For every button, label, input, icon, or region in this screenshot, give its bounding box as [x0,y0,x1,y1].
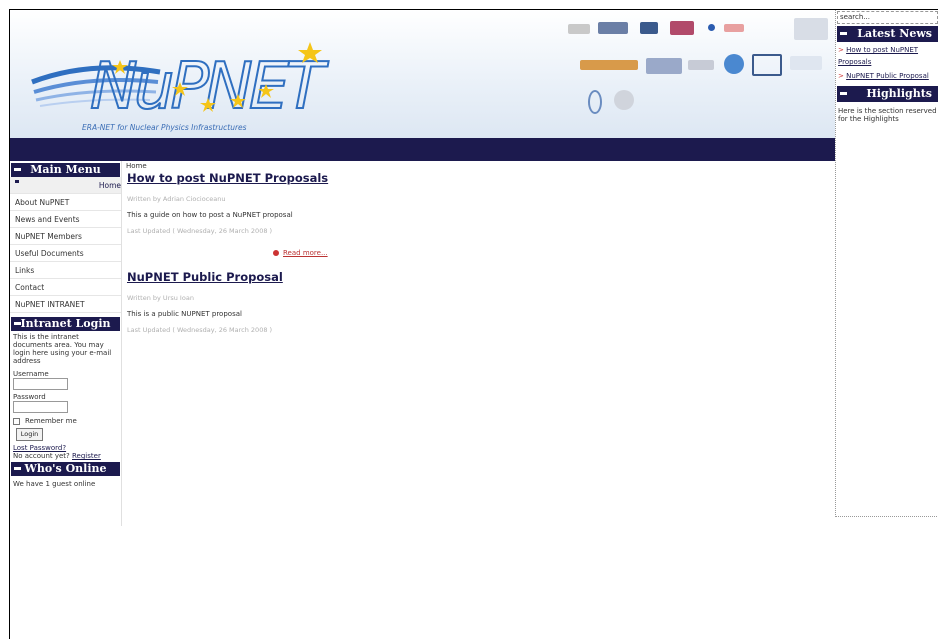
partner-logo[interactable] [724,54,744,74]
partner-logo[interactable] [646,58,682,74]
article-updated: Last Updated ( Wednesday, 26 March 2008 … [127,326,273,334]
news-item[interactable]: > How to post NuPNET Proposals [836,44,938,68]
password-label: Password [13,393,46,401]
login-button[interactable]: Login [16,428,43,441]
partner-logo[interactable] [752,54,782,76]
article-author: Written by Ursu Ioan [127,294,194,302]
arrow-icon: > [838,46,844,54]
no-account-text: No account yet? [13,452,70,460]
highlights-title: Highlights [837,86,938,102]
site-header: NuPNET ERA-NET for Nuclear Physics Infra… [10,10,835,138]
partner-logo[interactable] [588,90,602,114]
menu-item-home[interactable]: Home [10,177,121,194]
remember-label: Remember me [25,417,77,425]
login-intro: This is the intranet documents area. You… [13,333,112,365]
partner-logo[interactable] [794,18,828,40]
highlights-text: Here is the section reserved for the Hig… [838,107,937,123]
lost-password-link[interactable]: Lost Password? [10,444,121,452]
intranet-login-title: Intranet Login [11,317,120,331]
bullet-icon [15,180,19,183]
menu-item-contact[interactable]: Contact [10,279,121,296]
latest-news-title: Latest News [837,26,938,42]
main-menu: Home About NuPNET News and Events NuPNET… [10,177,121,313]
menu-item-about[interactable]: About NuPNET [10,194,121,211]
svg-text:NuPNET: NuPNET [90,50,329,120]
menu-item-documents[interactable]: Useful Documents [10,245,121,262]
password-input[interactable] [13,401,68,413]
online-count: We have 1 guest online [13,480,96,488]
partner-logos [558,18,833,138]
partner-logo[interactable] [640,22,658,34]
arrow-icon: > [838,72,844,80]
left-sidebar: Main Menu Home About NuPNET News and Eve… [10,161,122,526]
whos-online-title: Who's Online [11,462,120,476]
article-author: Written by Adrian Ciocioceanu [127,195,226,203]
username-input[interactable] [13,378,68,390]
page-frame: NuPNET ERA-NET for Nuclear Physics Infra… [9,9,938,639]
menu-item-news[interactable]: News and Events [10,211,121,228]
partner-logo[interactable] [580,60,638,70]
partner-logo[interactable] [724,24,744,32]
register-link[interactable]: Register [72,452,101,460]
article-updated: Last Updated ( Wednesday, 26 March 2008 … [127,227,273,235]
right-sidebar: search... Latest News > How to post NuPN… [835,10,938,517]
site-tagline: ERA-NET for Nuclear Physics Infrastructu… [82,123,247,132]
partner-logo[interactable] [688,60,714,70]
partner-logo[interactable] [614,90,634,110]
news-item[interactable]: > NuPNET Public Proposal [836,70,938,82]
article-title-link[interactable]: How to post NuPNET Proposals [127,171,328,185]
partner-logo[interactable] [670,21,694,35]
search-input[interactable]: search... [837,11,938,24]
main-menu-title: Main Menu [11,163,120,177]
nupnet-logo[interactable]: NuPNET [30,20,330,120]
menu-item-members[interactable]: NuPNET Members [10,228,121,245]
top-nav-bar [10,138,835,161]
remember-me[interactable]: Remember me [10,417,121,425]
register-row: No account yet? Register [10,452,121,460]
partner-logo[interactable] [568,24,590,34]
username-label: Username [13,370,49,378]
article-body: This is a public NUPNET proposal [127,310,242,318]
partner-logo[interactable] [598,22,628,34]
menu-item-links[interactable]: Links [10,262,121,279]
read-more-icon [273,250,279,256]
article-body: This a guide on how to post a NuPNET pro… [127,211,293,219]
article-title-link[interactable]: NuPNET Public Proposal [127,270,283,284]
main-content: Home How to post NuPNET Proposals Writte… [123,161,835,526]
partner-logo[interactable] [708,24,715,31]
read-more-link[interactable]: Read more... [273,249,328,257]
breadcrumb: Home [126,162,147,170]
menu-item-intranet[interactable]: NuPNET INTRANET [10,296,121,313]
partner-logo[interactable] [790,56,822,70]
remember-checkbox[interactable] [13,417,20,425]
